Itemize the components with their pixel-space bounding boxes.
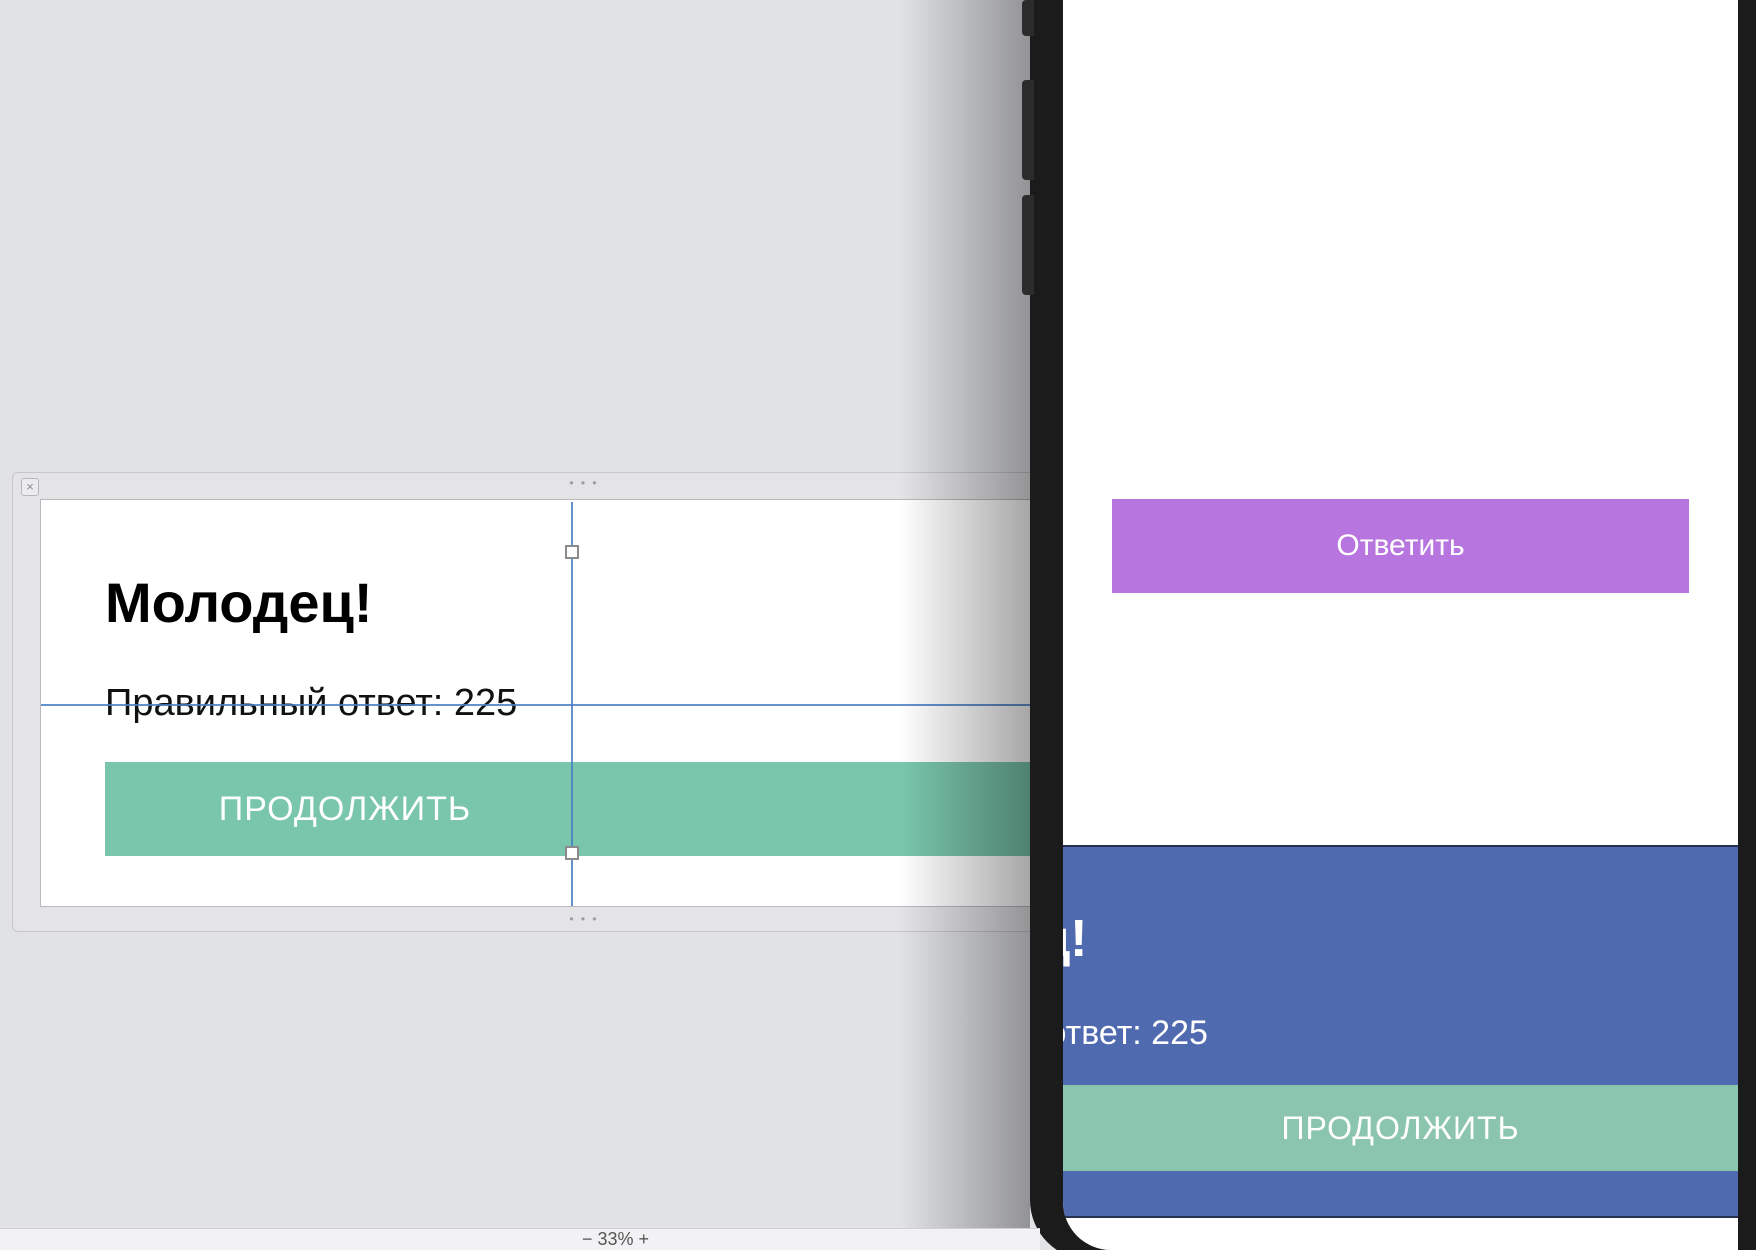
resize-grip-bottom[interactable]: • • • [569, 913, 599, 925]
resize-grip-top[interactable]: • • • [569, 477, 599, 489]
overlay-title: Молодец! [1063, 910, 1088, 968]
canvas-statusbar: − 33% + [0, 1228, 1040, 1250]
result-overlay: Молодец! Правильный ответ: 225 ПРОДОЛЖИТ… [1063, 845, 1738, 1218]
simulator-screen: Ответить Молодец! Правильный ответ: 225 … [1063, 0, 1738, 1250]
answer-button[interactable]: Ответить [1112, 499, 1689, 593]
overlay-answer-label: Правильный ответ: 225 [1063, 1014, 1208, 1052]
continue-button-label: ПРОДОЛЖИТЬ [218, 789, 472, 828]
overlay-continue-label: ПРОДОЛЖИТЬ [1281, 1109, 1520, 1146]
selection-handle-bottom[interactable] [565, 846, 579, 860]
volume-down-button [1022, 195, 1034, 295]
close-icon[interactable]: × [21, 478, 39, 496]
answer-button-label: Ответить [1336, 529, 1465, 562]
mute-switch [1022, 0, 1034, 36]
selection-handle-top[interactable] [565, 545, 579, 559]
result-title[interactable]: Молодец! [105, 570, 373, 635]
zoom-control[interactable]: − 33% + [582, 1229, 649, 1250]
volume-up-button [1022, 80, 1034, 180]
overlay-continue-button[interactable]: ПРОДОЛЖИТЬ [1063, 1085, 1738, 1171]
phone-shadow [900, 0, 1030, 1250]
